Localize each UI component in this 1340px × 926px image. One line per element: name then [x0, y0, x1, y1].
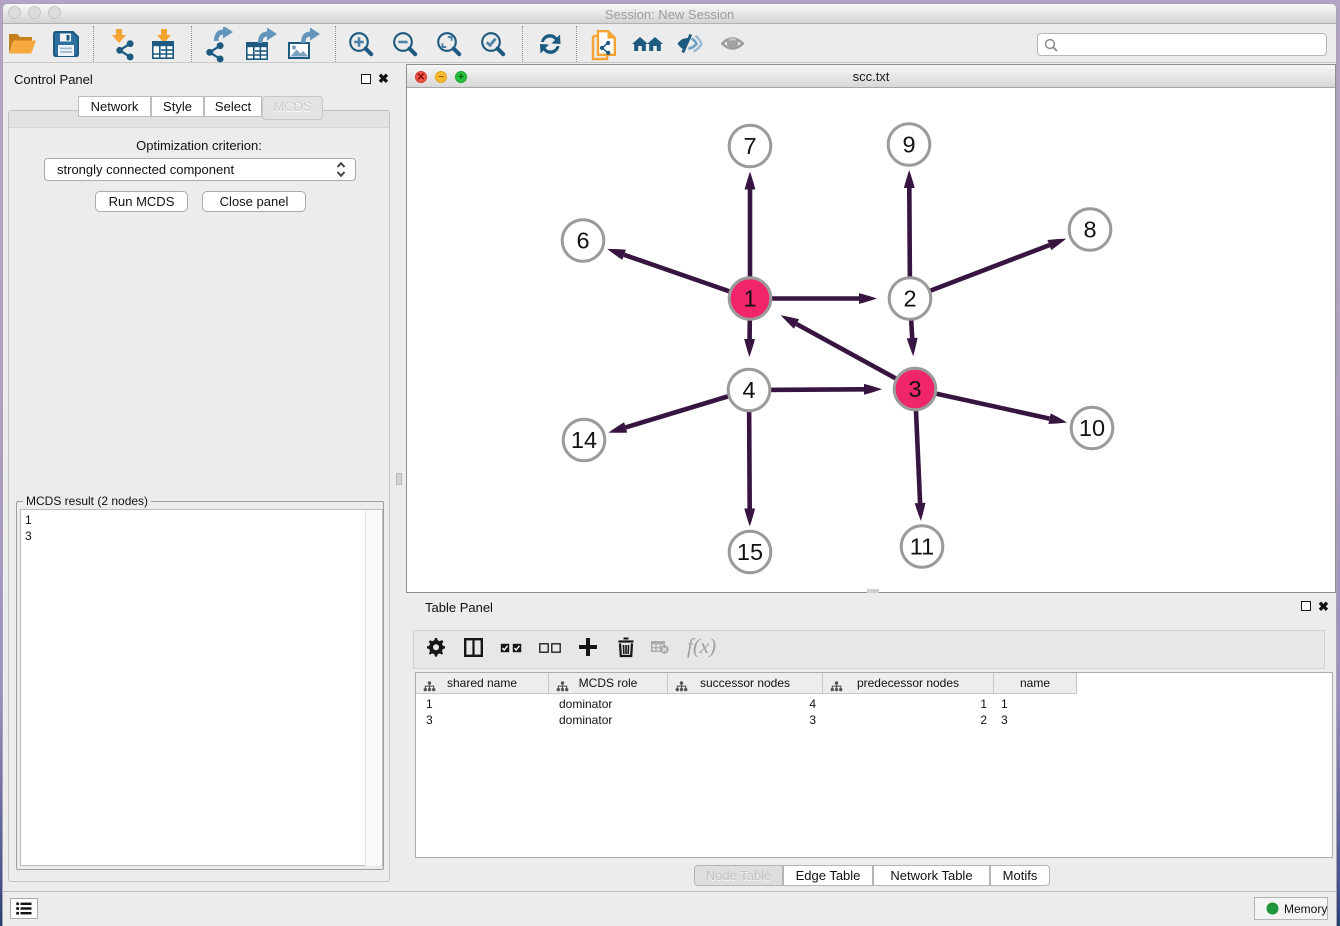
svg-text:9: 9 — [902, 132, 915, 158]
svg-text:2: 2 — [903, 286, 916, 312]
svg-text:11: 11 — [910, 534, 934, 560]
svg-text:14: 14 — [571, 427, 597, 453]
svg-text:8: 8 — [1083, 217, 1096, 243]
svg-text:6: 6 — [576, 228, 589, 254]
svg-text:4: 4 — [742, 377, 755, 403]
svg-text:3: 3 — [908, 376, 921, 402]
svg-text:15: 15 — [737, 539, 763, 565]
svg-text:1: 1 — [743, 286, 756, 312]
svg-text:10: 10 — [1079, 415, 1105, 441]
svg-text:7: 7 — [743, 133, 756, 159]
